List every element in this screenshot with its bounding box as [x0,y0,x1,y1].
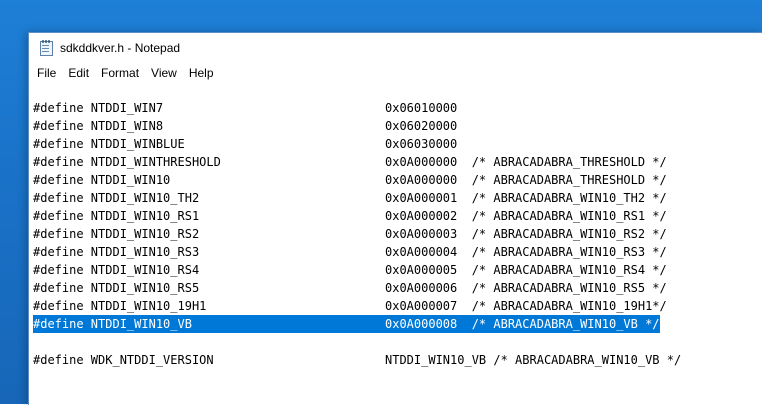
code-line-text: #define NTDDI_WIN10_RS3 0x0A000004 /* ABR… [33,245,667,259]
define-value: 0x0A000008 /* ABRACADABRA_WIN10_VB */ [385,315,660,333]
menu-edit[interactable]: Edit [63,64,94,82]
code-line: #define NTDDI_WIN10_RS3 0x0A000004 /* ABR… [33,243,762,261]
define-value: 0x0A000001 /* ABRACADABRA_WIN10_TH2 */ [385,191,667,205]
code-line: #define NTDDI_WINBLUE 0x06030000 [33,135,762,153]
define-name: #define NTDDI_WIN7 [33,101,164,115]
code-line-text: #define NTDDI_WIN10_RS5 0x0A000006 /* ABR… [33,281,667,295]
define-value: 0x06030000 [385,137,458,151]
notepad-icon[interactable] [38,39,54,56]
text-editor[interactable]: #define NTDDI_WIN7 0x06010000 #define NTDD… [29,99,762,405]
code-line: #define NTDDI_WIN10_19H1 0x0A000007 /* AB… [33,297,762,315]
menu-format[interactable]: Format [96,64,144,82]
code-line: #define NTDDI_WIN10_RS1 0x0A000002 /* ABR… [33,207,762,225]
code-line: #define WDK_NTDDI_VERSION NTDDI_WIN10_VB … [33,351,762,369]
define-name: #define NTDDI_WIN10_RS3 [33,245,200,259]
menu-view[interactable]: View [146,64,182,82]
define-name: #define NTDDI_WIN10_RS4 [33,263,200,277]
title-bar[interactable]: sdkddkver.h - Notepad [29,33,762,62]
code-line: #define NTDDI_WINTHRESHOLD 0x0A000000 /* … [33,153,762,171]
define-name: #define NTDDI_WIN10_RS2 [33,227,200,241]
define-value: 0x0A000006 /* ABRACADABRA_WIN10_RS5 */ [385,281,667,295]
define-name: #define NTDDI_WINTHRESHOLD [33,155,221,169]
code-line: #define NTDDI_WIN7 0x06010000 [33,99,762,117]
code-line: #define NTDDI_WIN8 0x06020000 [33,117,762,135]
code-line-text: #define NTDDI_WIN10_19H1 0x0A000007 /* AB… [33,299,667,313]
code-line-text: #define NTDDI_WIN7 0x06010000 [33,101,457,115]
notepad-window: sdkddkver.h - Notepad File Edit Format V… [28,32,762,405]
define-name: #define NTDDI_WIN8 [33,119,164,133]
define-value: 0x0A000002 /* ABRACADABRA_WIN10_RS1 */ [385,209,667,223]
define-name: #define NTDDI_WIN10_19H1 [33,299,207,313]
define-name: #define NTDDI_WIN10_RS5 [33,281,200,295]
define-value: NTDDI_WIN10_VB /* ABRACADABRA_WIN10_VB *… [385,353,682,367]
code-line: #define NTDDI_WIN10_RS2 0x0A000003 /* ABR… [33,225,762,243]
define-name: #define NTDDI_WIN10 [33,173,171,187]
code-line-text: #define NTDDI_WIN10_VB 0x0A000008 /* ABRA… [33,315,660,333]
code-line-text: #define NTDDI_WIN10_RS2 0x0A000003 /* ABR… [33,227,667,241]
window-title: sdkddkver.h - Notepad [60,40,181,55]
code-line [33,333,762,351]
code-line: #define NTDDI_WIN10 0x0A000000 /* ABRACAD… [33,171,762,189]
define-name: #define NTDDI_WIN10_VB [33,315,385,333]
define-value: 0x0A000000 /* ABRACADABRA_THRESHOLD */ [385,173,667,187]
code-line-text: #define WDK_NTDDI_VERSION NTDDI_WIN10_VB … [33,353,681,367]
code-line-text: #define NTDDI_WINBLUE 0x06030000 [33,137,457,151]
define-value: 0x06010000 [385,101,458,115]
define-value: 0x0A000007 /* ABRACADABRA_WIN10_19H1*/ [385,299,667,313]
define-value: 0x0A000003 /* ABRACADABRA_WIN10_RS2 */ [385,227,667,241]
menu-file[interactable]: File [32,64,61,82]
define-value: 0x0A000004 /* ABRACADABRA_WIN10_RS3 */ [385,245,667,259]
code-line-text: #define NTDDI_WIN10_RS1 0x0A000002 /* ABR… [33,209,667,223]
define-name: #define NTDDI_WIN10_TH2 [33,191,200,205]
menu-bar: File Edit Format View Help [29,62,762,84]
code-line-text: #define NTDDI_WIN10_TH2 0x0A000001 /* ABR… [33,191,667,205]
code-line-text: #define NTDDI_WIN10 0x0A000000 /* ABRACAD… [33,173,667,187]
define-value: 0x0A000005 /* ABRACADABRA_WIN10_RS4 */ [385,263,667,277]
define-name: #define NTDDI_WINBLUE [33,137,185,151]
code-line: #define NTDDI_WIN10_RS5 0x0A000006 /* ABR… [33,279,762,297]
code-line: #define NTDDI_WIN10_RS4 0x0A000005 /* ABR… [33,261,762,279]
code-line-selected: #define NTDDI_WIN10_VB 0x0A000008 /* ABRA… [33,315,762,333]
code-content: #define NTDDI_WIN7 0x06010000 #define NTDD… [29,99,762,369]
define-name: #define NTDDI_WIN10_RS1 [33,209,200,223]
code-line: #define NTDDI_WIN10_TH2 0x0A000001 /* ABR… [33,189,762,207]
desktop-background: sdkddkver.h - Notepad File Edit Format V… [0,0,762,405]
define-value: 0x06020000 [385,119,458,133]
define-name: #define WDK_NTDDI_VERSION [33,353,214,367]
code-line-text: #define NTDDI_WIN8 0x06020000 [33,119,457,133]
code-line-text: #define NTDDI_WIN10_RS4 0x0A000005 /* ABR… [33,263,667,277]
define-value: 0x0A000000 /* ABRACADABRA_THRESHOLD */ [385,155,667,169]
menu-help[interactable]: Help [184,64,219,82]
code-line-text: #define NTDDI_WINTHRESHOLD 0x0A000000 /* … [33,155,667,169]
